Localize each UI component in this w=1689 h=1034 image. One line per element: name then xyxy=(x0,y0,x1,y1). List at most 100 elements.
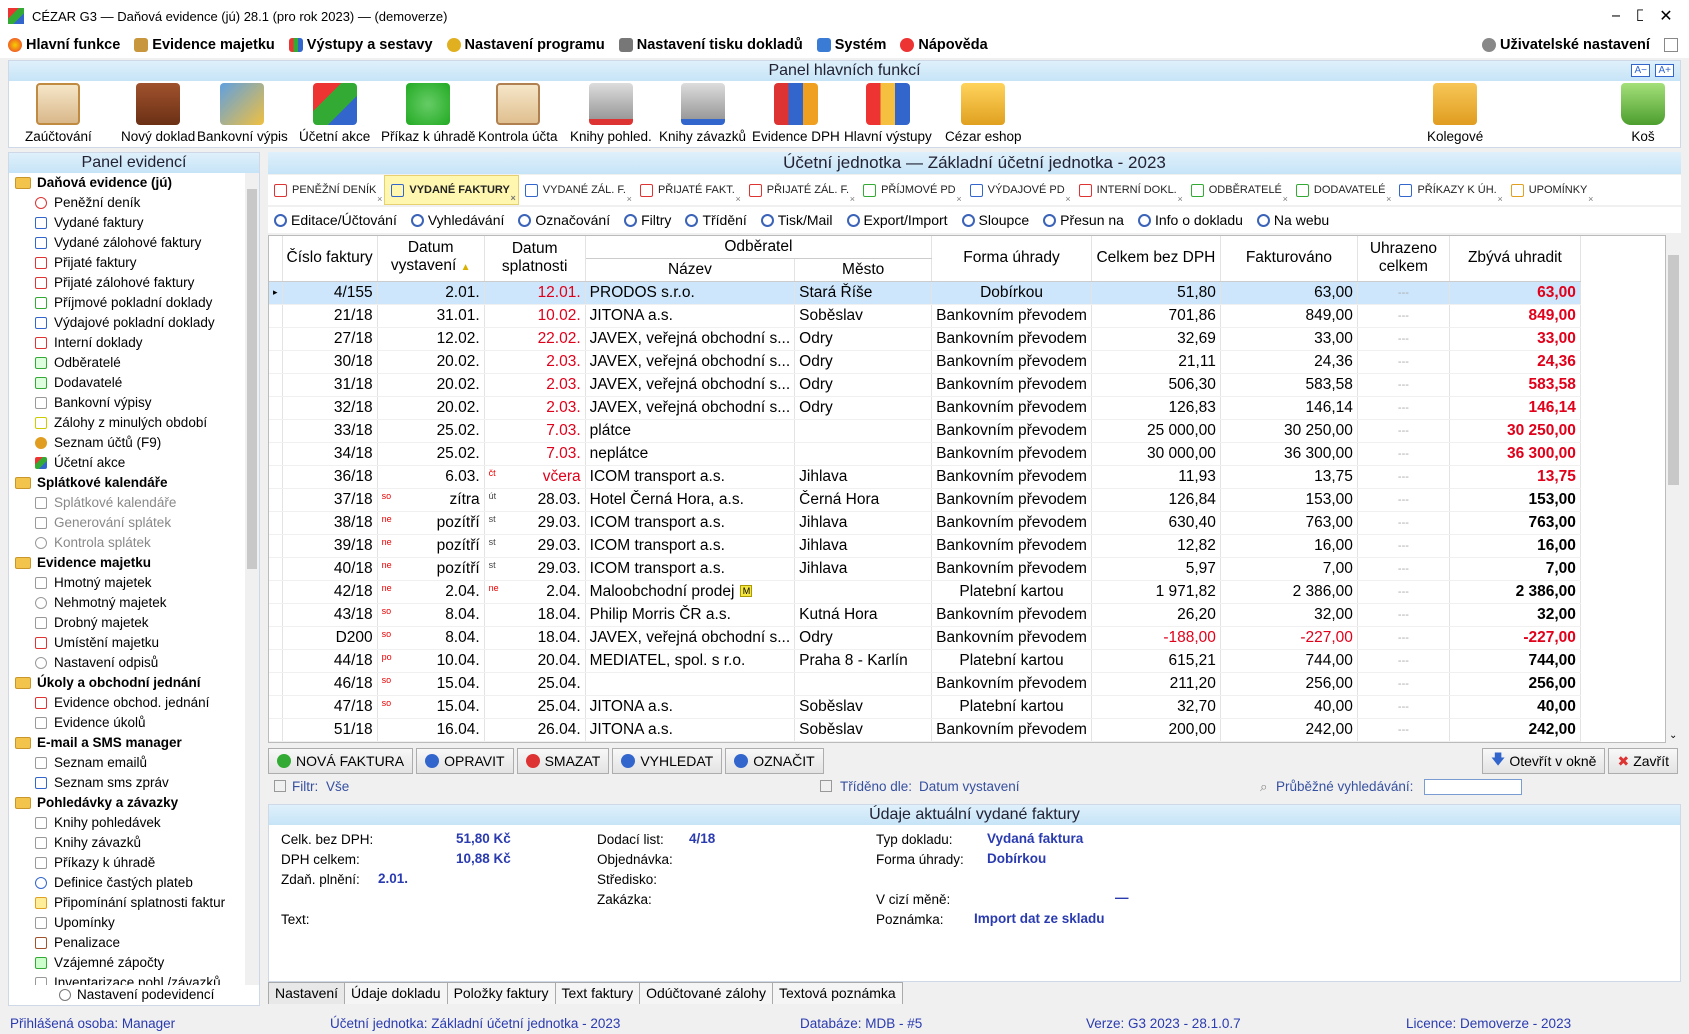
opravit-button[interactable]: OPRAVIT xyxy=(416,748,514,774)
tree-group-ukoly[interactable]: Úkoly a obchodní jednání xyxy=(9,673,245,693)
menu-nastaveni-programu[interactable]: Nastavení programu xyxy=(446,37,605,53)
tool-knihy-pohled[interactable]: Knihy pohled. xyxy=(570,83,652,144)
action-2[interactable]: Označování xyxy=(518,212,610,228)
tree-item-prikazy-k-uhrade[interactable]: Příkazy k úhradě xyxy=(9,853,245,873)
action-0[interactable]: Editace/Účtování xyxy=(274,212,397,228)
tree-item-vydajove-pd[interactable]: Výdajové pokladní doklady xyxy=(9,313,245,333)
action-6[interactable]: Export/Import xyxy=(846,212,948,228)
table-row[interactable]: 52/1816.04.26.04.JITONA a.s.SoběslavBank… xyxy=(269,741,1581,742)
tree-group-email-sms[interactable]: E-mail a SMS manager xyxy=(9,733,245,753)
action-7[interactable]: Sloupce xyxy=(961,212,1029,228)
tool-cezar-eshop[interactable]: Cézar eshop xyxy=(945,83,1022,144)
tree-item-splatkove-kalendare[interactable]: Splátkové kalendáře xyxy=(9,493,245,513)
tree-item-penezni-denik[interactable]: Peněžní deník xyxy=(9,193,245,213)
live-search-input[interactable] xyxy=(1424,779,1522,795)
table-row[interactable]: 30/18 20.02. 2.03. JAVEX, veřejná obchodní … xyxy=(269,350,1581,374)
vyhledat-button[interactable]: VYHLEDAT xyxy=(612,748,723,774)
col-forma-uhrady[interactable]: Forma úhrady xyxy=(931,236,1092,282)
tool-knihy-zavazku[interactable]: Knihy závazků xyxy=(659,83,746,144)
col-mesto[interactable]: Město xyxy=(794,258,933,282)
table-row[interactable]: D200 so 8.04. 18.04. JAVEX, veřejná obchodní… xyxy=(269,626,1581,650)
tree-item-drobny-majetek[interactable]: Drobný majetek xyxy=(9,613,245,633)
scrollbar-thumb[interactable] xyxy=(1668,255,1679,485)
tree-item-seznam-emailu[interactable]: Seznam emailů xyxy=(9,753,245,773)
col-datum-splatnosti[interactable]: Datum splatnosti xyxy=(484,236,586,282)
action-1[interactable]: Vyhledávání xyxy=(410,212,504,228)
tool-hlavni-vystupy[interactable]: Hlavní výstupy xyxy=(844,83,932,144)
table-row[interactable]: ▸ 4/155 2.01. 12.01. PRODOS s.r.o. Stará Říše… xyxy=(269,281,1581,305)
col-nazev[interactable]: Název xyxy=(585,258,796,282)
tree-item-generovani-splatek[interactable]: Generování splátek xyxy=(9,513,245,533)
tab-close-icon[interactable]: × xyxy=(735,194,740,204)
scrollbar-thumb[interactable] xyxy=(247,189,257,569)
tab-5[interactable]: PŘÍJMOVÉ PD × xyxy=(857,175,964,205)
tree-item-inventarizace[interactable]: Inventarizace pohl./závazků xyxy=(9,973,245,985)
grid-scrollbar[interactable]: ⌄ xyxy=(1666,235,1681,743)
tree-item-bankovni-vypisy[interactable]: Bankovní výpisy xyxy=(9,393,245,413)
tab-10[interactable]: PŘÍKAZY K ÚH. × xyxy=(1393,175,1504,205)
otevrit-v-okne-button[interactable]: 🡇 Otevřít v okně xyxy=(1481,748,1606,774)
table-row[interactable]: 40/18 ne pozítří st 29.03. ICOM transport a.s… xyxy=(269,557,1581,581)
tab-close-icon[interactable]: × xyxy=(850,194,855,204)
tab-0[interactable]: PENĚŽNÍ DENÍK × xyxy=(268,175,384,205)
tree-item-kontrola-splatek[interactable]: Kontrola splátek xyxy=(9,533,245,553)
tab-close-icon[interactable]: × xyxy=(1497,194,1502,204)
table-row[interactable]: 37/18 so zítra út 28.03. Hotel Černá Hora, a.… xyxy=(269,488,1581,512)
tool-kos[interactable]: Koš xyxy=(1621,83,1665,144)
tree-item-knihy-zavazku[interactable]: Knihy závazků xyxy=(9,833,245,853)
action-4[interactable]: Třídění xyxy=(685,212,747,228)
nova-faktura-button[interactable]: NOVÁ FAKTURA xyxy=(268,748,414,774)
tree-item-evidence-ukolu[interactable]: Evidence úkolů xyxy=(9,713,245,733)
tree-item-prijmove-pd[interactable]: Příjmové pokladní doklady xyxy=(9,293,245,313)
tab-close-icon[interactable]: × xyxy=(1065,194,1070,204)
table-row[interactable]: 43/18 so 8.04. 18.04. Philip Morris ČR a.s. K… xyxy=(269,603,1581,627)
table-row[interactable]: 32/18 20.02. 2.03. JAVEX, veřejná obchodní … xyxy=(269,396,1581,420)
font-decrease-button[interactable]: A− xyxy=(1631,64,1650,77)
oznacit-button[interactable]: OZNAČIT xyxy=(725,748,824,774)
menu-nastaveni-tisku[interactable]: Nastavení tisku dokladů xyxy=(618,37,803,53)
tab-7[interactable]: INTERNÍ DOKL. × xyxy=(1073,175,1185,205)
filter-value[interactable]: Vše xyxy=(326,779,349,794)
zavrit-button[interactable]: ✖ Zavřít xyxy=(1608,748,1678,774)
tab-close-icon[interactable]: × xyxy=(956,194,961,204)
menu-hlavni-funkce[interactable]: Hlavní funkce xyxy=(8,37,120,53)
tree-item-prijate-faktury[interactable]: Přijaté faktury xyxy=(9,253,245,273)
detail-tab-4[interactable]: Odúčtované zálohy xyxy=(639,982,773,1004)
tree-item-definice-plateb[interactable]: Definice častých plateb xyxy=(9,873,245,893)
menu-system[interactable]: Systém xyxy=(816,37,886,53)
tree-group-pohledavky[interactable]: Pohledávky a závazky xyxy=(9,793,245,813)
tool-evidence-dph[interactable]: Evidence DPH xyxy=(752,83,840,144)
table-row[interactable]: 33/18 25.02. 7.03. plátce Bankovním převodem… xyxy=(269,419,1581,443)
table-row[interactable]: 31/18 20.02. 2.03. JAVEX, veřejná obchodní … xyxy=(269,373,1581,397)
action-5[interactable]: Tisk/Mail xyxy=(760,212,833,228)
tree-item-seznam-uctu[interactable]: Seznam účtů (F9) xyxy=(9,433,245,453)
tree-item-umisteni-majetku[interactable]: Umístění majetku xyxy=(9,633,245,653)
tree-item-nehmotny-majetek[interactable]: Nehmotný majetek xyxy=(9,593,245,613)
tree-item-evidence-obchod[interactable]: Evidence obchod. jednání xyxy=(9,693,245,713)
table-row[interactable]: 44/18 po 10.04. 20.04. MEDIATEL, spol. s r.o… xyxy=(269,649,1581,673)
tab-3[interactable]: PŘIJATÉ FAKT. × xyxy=(634,175,743,205)
tree-item-vydane-zalohove[interactable]: Vydané zálohové faktury xyxy=(9,233,245,253)
table-row[interactable]: 27/18 12.02. 22.02. JAVEX, veřejná obchodní… xyxy=(269,327,1581,351)
tool-kolegove[interactable]: Kolegové xyxy=(1427,83,1483,144)
tab-9[interactable]: DODAVATELÉ × xyxy=(1290,175,1394,205)
col-datum-vystaveni[interactable]: Datum vystavení ▲ xyxy=(377,236,485,282)
tree-item-odberatele[interactable]: Odběratelé xyxy=(9,353,245,373)
tree-item-upominky[interactable]: Upomínky xyxy=(9,913,245,933)
action-8[interactable]: Přesun na xyxy=(1043,212,1124,228)
smazat-button[interactable]: SMAZAT xyxy=(516,748,610,774)
detail-tab-2[interactable]: Položky faktury xyxy=(446,982,556,1004)
tab-close-icon[interactable]: × xyxy=(627,194,632,204)
menu-uzivatelske-nastaveni[interactable]: Uživatelské nastavení xyxy=(1482,37,1650,53)
tree-item-ucetni-akce[interactable]: Účetní akce xyxy=(9,453,245,473)
tree-group-danova-evidence[interactable]: Daňová evidence (jú) xyxy=(9,173,245,193)
tool-bankovni-vypis[interactable]: Bankovní výpis xyxy=(197,83,288,144)
tree-item-knihy-pohledavek[interactable]: Knihy pohledávek xyxy=(9,813,245,833)
tab-close-icon[interactable]: × xyxy=(1588,194,1593,204)
action-10[interactable]: Na webu xyxy=(1256,212,1329,228)
action-9[interactable]: Info o dokladu xyxy=(1137,212,1243,228)
tool-novy-doklad[interactable]: Nový doklad xyxy=(121,83,195,144)
table-row[interactable]: 36/18 6.03. čt včera ICOM transport a.s. Jihl… xyxy=(269,465,1581,489)
col-uhrazeno[interactable]: Uhrazeno celkem xyxy=(1357,236,1450,282)
tab-close-icon[interactable]: × xyxy=(1283,194,1288,204)
